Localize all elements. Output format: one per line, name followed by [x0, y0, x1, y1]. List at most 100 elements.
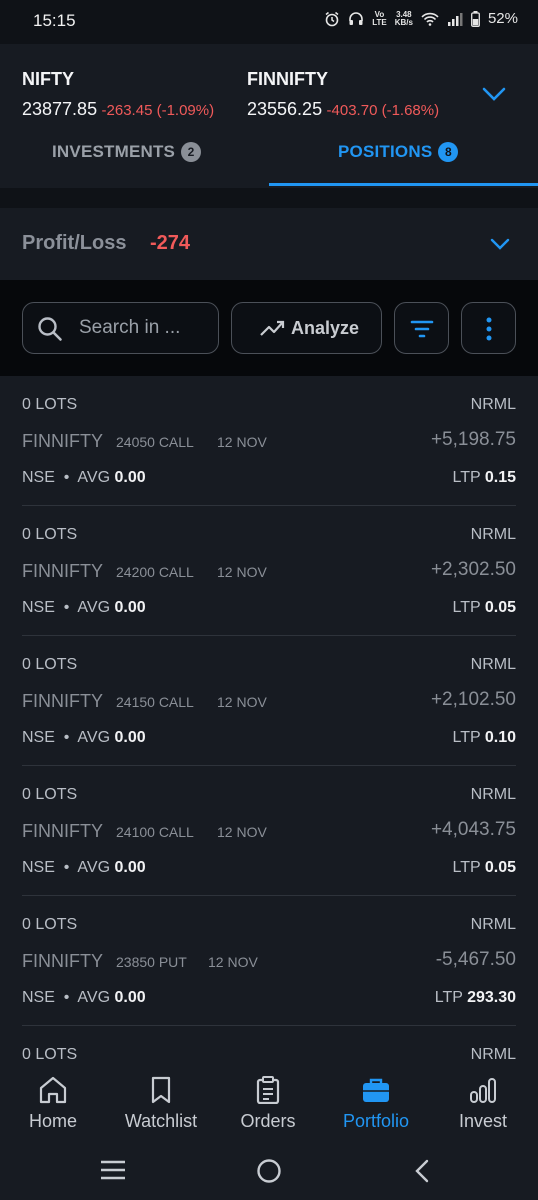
- position-lots: 0 LOTS: [22, 1046, 78, 1063]
- position-ltp: LTP 0.10: [452, 729, 516, 746]
- nav-label: Orders: [240, 1111, 296, 1131]
- positions-count-badge: 8: [438, 142, 459, 162]
- nav-label: Portfolio: [342, 1111, 410, 1131]
- index-value: 23556.25: [247, 99, 323, 119]
- more-vertical-icon: [486, 317, 492, 341]
- position-ltp: LTP 0.15: [452, 469, 516, 486]
- chevron-down-icon[interactable]: [490, 238, 510, 251]
- trending-up-icon: [260, 320, 285, 336]
- nav-invest[interactable]: Invest: [438, 1076, 528, 1132]
- bottom-navigation: Home Watchlist Orders Portfolio Invest: [0, 1070, 538, 1142]
- position-symbol: FINNIFTY: [22, 691, 103, 711]
- positions-toolbar: Search in ... Analyze: [0, 280, 538, 376]
- position-strike: 24050 CALL: [116, 434, 194, 450]
- position-exchange-avg: NSE • AVG 0.00: [22, 989, 146, 1006]
- profit-loss-label: Profit/Loss: [22, 232, 127, 254]
- position-row[interactable]: 0 LOTS NRML FINNIFTY 24050 CALL 12 NOV +…: [0, 376, 538, 506]
- filter-icon: [410, 320, 434, 338]
- profit-loss-value: -274: [150, 232, 191, 254]
- position-exchange-avg: NSE • AVG 0.00: [22, 729, 146, 746]
- position-product: NRML: [470, 786, 516, 803]
- investments-count-badge: 2: [181, 142, 202, 162]
- position-pnl: +2,302.50: [430, 559, 516, 580]
- briefcase-icon: [363, 1078, 389, 1102]
- market-header: NIFTY 23877.85 -263.45 (-1.09%) FINNIFTY…: [0, 44, 538, 188]
- position-row[interactable]: 0 LOTS NRML: [0, 1026, 538, 1070]
- position-pnl: -5,467.50: [435, 949, 516, 970]
- profit-loss-summary[interactable]: Profit/Loss -274: [0, 208, 538, 280]
- bookmark-icon: [151, 1076, 171, 1104]
- position-strike: 23850 PUT: [116, 954, 187, 970]
- more-options-button[interactable]: [461, 302, 516, 354]
- battery-level: 52%: [487, 10, 518, 27]
- network-speed: 3.48 KB/s: [394, 9, 413, 27]
- position-expiry: 12 NOV: [208, 954, 258, 970]
- position-symbol: FINNIFTY: [22, 951, 103, 971]
- position-row[interactable]: 0 LOTS NRML FINNIFTY 24150 CALL 12 NOV +…: [0, 636, 538, 766]
- index-name: FINNIFTY: [247, 69, 328, 89]
- recent-apps-icon[interactable]: [100, 1160, 126, 1180]
- index-change: -263.45 (-1.09%): [101, 102, 215, 119]
- chevron-down-icon[interactable]: [482, 86, 506, 102]
- index-nifty[interactable]: NIFTY 23877.85 -263.45 (-1.09%): [22, 69, 214, 120]
- tab-investments[interactable]: INVESTMENTS 2: [52, 142, 202, 162]
- position-row[interactable]: 0 LOTS NRML FINNIFTY 23850 PUT 12 NOV -5…: [0, 896, 538, 1026]
- position-product: NRML: [470, 916, 516, 933]
- nav-watchlist[interactable]: Watchlist: [116, 1076, 206, 1132]
- position-pnl: +4,043.75: [430, 819, 516, 840]
- position-strike: 24200 CALL: [116, 564, 194, 580]
- position-expiry: 12 NOV: [217, 564, 267, 580]
- position-ltp: LTP 0.05: [452, 599, 516, 616]
- nav-label: Invest: [458, 1111, 508, 1131]
- status-icons: Vo LTE 3.48 KB/s 52%: [324, 10, 518, 27]
- position-product: NRML: [470, 526, 516, 543]
- position-symbol: FINNIFTY: [22, 821, 103, 841]
- volte-indicator: Vo LTE: [372, 9, 387, 27]
- back-icon[interactable]: [414, 1159, 430, 1183]
- position-lots: 0 LOTS: [22, 786, 78, 803]
- index-change: -403.70 (-1.68%): [326, 102, 440, 119]
- nav-orders[interactable]: Orders: [223, 1076, 313, 1132]
- position-row[interactable]: 0 LOTS NRML FINNIFTY 24100 CALL 12 NOV +…: [0, 766, 538, 896]
- nav-home[interactable]: Home: [8, 1076, 98, 1132]
- position-strike: 24150 CALL: [116, 694, 194, 710]
- wifi-icon: [421, 12, 439, 26]
- nav-portfolio[interactable]: Portfolio: [331, 1076, 421, 1132]
- search-input[interactable]: Search in ...: [22, 302, 219, 354]
- position-exchange-avg: NSE • AVG 0.00: [22, 859, 146, 876]
- clipboard-icon: [256, 1076, 280, 1105]
- system-navigation-bar: [0, 1142, 538, 1200]
- position-lots: 0 LOTS: [22, 396, 78, 413]
- home-circle-icon[interactable]: [256, 1158, 282, 1184]
- bar-chart-icon: [470, 1078, 496, 1103]
- nav-label: Home: [28, 1111, 77, 1131]
- position-pnl: +5,198.75: [430, 429, 516, 450]
- position-strike: 24100 CALL: [116, 824, 194, 840]
- home-icon: [39, 1076, 67, 1104]
- position-lots: 0 LOTS: [22, 656, 78, 673]
- positions-list: 0 LOTS NRML FINNIFTY 24050 CALL 12 NOV +…: [0, 376, 538, 1070]
- position-symbol: FINNIFTY: [22, 561, 103, 581]
- position-exchange-avg: NSE • AVG 0.00: [22, 469, 146, 486]
- battery-icon: [471, 10, 480, 27]
- nav-label: Watchlist: [124, 1111, 198, 1131]
- tab-positions[interactable]: POSITIONS 8: [338, 142, 459, 162]
- position-product: NRML: [470, 656, 516, 673]
- position-expiry: 12 NOV: [217, 434, 267, 450]
- position-product: NRML: [470, 396, 516, 413]
- position-row[interactable]: 0 LOTS NRML FINNIFTY 24200 CALL 12 NOV +…: [0, 506, 538, 636]
- index-name: NIFTY: [22, 69, 74, 89]
- index-value: 23877.85: [22, 99, 98, 119]
- position-lots: 0 LOTS: [22, 916, 78, 933]
- analyze-button[interactable]: Analyze: [231, 302, 382, 354]
- analyze-label: Analyze: [291, 318, 360, 338]
- position-ltp: LTP 293.30: [434, 989, 516, 1006]
- headphones-icon: [349, 11, 364, 25]
- filter-button[interactable]: [394, 302, 449, 354]
- position-expiry: 12 NOV: [217, 694, 267, 710]
- search-placeholder: Search in ...: [79, 317, 181, 338]
- position-symbol: FINNIFTY: [22, 431, 103, 451]
- index-finnifty[interactable]: FINNIFTY 23556.25 -403.70 (-1.68%): [247, 69, 439, 120]
- status-time: 15:15: [33, 11, 76, 30]
- search-icon: [38, 317, 62, 341]
